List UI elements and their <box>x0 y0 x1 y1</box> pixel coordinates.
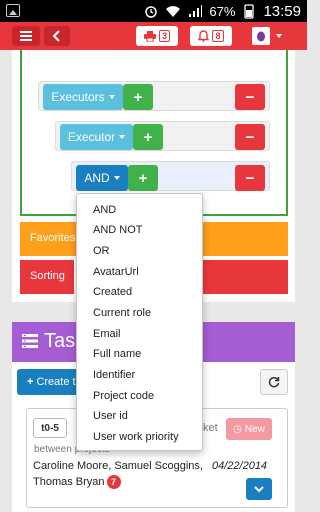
executor-remove-button[interactable]: − <box>235 124 265 150</box>
dropdown-item-and[interactable]: AND <box>93 204 116 216</box>
notification-count: 8 <box>212 30 224 42</box>
print-button[interactable]: 3 <box>136 26 178 46</box>
alarm-icon <box>145 6 158 18</box>
chevron-down-icon <box>276 34 282 38</box>
create-task-button[interactable]: + Create t <box>17 369 79 395</box>
task-assignee-last: Thomas Bryan <box>33 476 105 488</box>
status-bar: 67% 13:59 <box>0 0 307 22</box>
dropdown-item-project-code[interactable]: Project code <box>93 390 154 402</box>
dropdown-item-or[interactable]: OR <box>93 245 110 257</box>
bell-icon <box>198 30 210 42</box>
user-menu-button[interactable] <box>244 26 290 46</box>
refresh-button[interactable] <box>260 369 288 395</box>
signal-icon <box>189 5 203 17</box>
minus-icon: − <box>245 88 255 106</box>
chevron-down-icon <box>119 135 126 139</box>
executors-add-button[interactable]: + <box>123 84 153 110</box>
executors-label: Executors <box>51 90 105 104</box>
refresh-icon <box>268 376 280 388</box>
avatar <box>252 27 270 45</box>
favorites-label: Favorites <box>30 232 76 244</box>
dropdown-item-user-work-priority[interactable]: User work priority <box>93 431 179 443</box>
chevron-down-icon <box>113 176 120 180</box>
dropdown-item-email[interactable]: Email <box>93 328 121 340</box>
battery-icon <box>244 4 255 19</box>
task-status-label: New <box>244 423 265 435</box>
dropdown-item-created[interactable]: Created <box>93 286 132 298</box>
minus-icon: − <box>245 169 255 187</box>
plus-icon: + <box>138 169 148 187</box>
operator-remove-button[interactable]: − <box>235 165 265 191</box>
plus-icon: + <box>143 128 153 146</box>
task-title-text: ket <box>203 422 218 434</box>
task-assignees-line2: Thomas Bryan 7 <box>33 475 121 489</box>
task-count-badge: 7 <box>106 475 121 489</box>
wifi-icon <box>166 6 181 17</box>
dropdown-item-identifier[interactable]: Identifier <box>93 369 135 381</box>
gallery-notification-icon <box>6 4 20 17</box>
print-count: 3 <box>158 30 170 42</box>
dropdown-item-avatarurl[interactable]: AvatarUrl <box>93 266 139 278</box>
dropdown-item-current-role[interactable]: Current role <box>93 307 151 319</box>
dropdown-item-user-id[interactable]: User id <box>93 410 128 422</box>
hamburger-icon <box>20 31 32 41</box>
avatar-egg-icon <box>257 31 265 42</box>
notifications-button[interactable]: 8 <box>190 26 232 46</box>
sorting-label: Sorting <box>30 270 65 282</box>
task-id-badge: t0-5 <box>33 418 67 438</box>
executor-dropdown[interactable]: Executor <box>60 124 133 150</box>
executors-remove-button[interactable]: − <box>235 84 265 110</box>
chevron-down-icon <box>254 485 264 492</box>
task-assignees: Caroline Moore, Samuel Scoggins, <box>33 460 203 472</box>
printer-icon <box>143 30 156 42</box>
app-header: 3 8 <box>0 22 307 50</box>
plus-icon: + <box>133 88 143 106</box>
operator-dropdown-menu: AND AND NOT OR AvatarUrl Created Current… <box>76 193 203 451</box>
task-expand-button[interactable] <box>246 478 272 500</box>
tasks-title: Tas <box>44 330 76 352</box>
executors-dropdown[interactable]: Executors <box>43 84 123 110</box>
menu-button[interactable] <box>12 26 40 46</box>
tasks-list-icon <box>22 334 38 348</box>
executor-label: Executor <box>67 130 116 144</box>
task-date: 04/22/2014 <box>212 460 268 472</box>
back-button[interactable] <box>44 26 70 46</box>
create-task-label: Create t <box>36 376 76 388</box>
clock-icon: ◷ <box>233 423 242 435</box>
operator-dropdown[interactable]: AND <box>76 165 128 191</box>
dropdown-item-full-name[interactable]: Full name <box>93 348 141 360</box>
executor-add-button[interactable]: + <box>133 124 163 150</box>
chevron-left-icon <box>53 30 60 42</box>
operator-add-button[interactable]: + <box>128 165 158 191</box>
clock: 13:59 <box>263 2 301 20</box>
plus-icon: + <box>27 376 34 388</box>
minus-icon: − <box>245 128 255 146</box>
chevron-down-icon <box>108 95 115 99</box>
battery-percent: 67% <box>209 3 236 19</box>
operator-label: AND <box>84 171 110 185</box>
dropdown-item-and-not[interactable]: AND NOT <box>93 224 143 236</box>
task-status-badge[interactable]: ◷ New <box>226 418 272 440</box>
